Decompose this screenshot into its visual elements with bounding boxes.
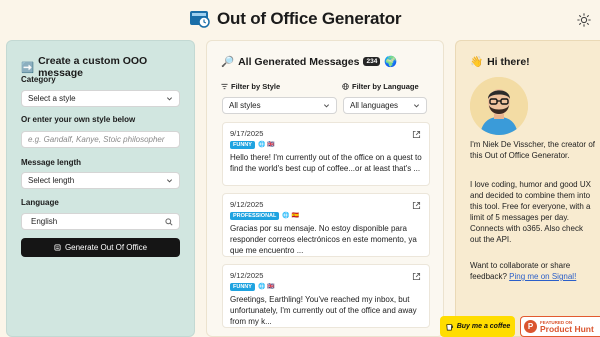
filter-language-select[interactable]: All languages xyxy=(343,97,427,114)
generate-button[interactable]: Generate Out Of Office xyxy=(21,238,180,257)
product-hunt-label: Product Hunt xyxy=(540,323,594,334)
card-date: 9/12/2025 xyxy=(230,200,264,209)
globe-outline-icon xyxy=(342,83,349,90)
filter-style-label: Filter by Style xyxy=(221,82,280,91)
product-hunt-badge[interactable]: P FEATURED ON Product Hunt xyxy=(520,316,600,337)
chevron-down-icon xyxy=(166,97,173,101)
message-card[interactable]: 9/17/2025 FUNNY 🌐 🇬🇧 Hello there! I'm cu… xyxy=(222,122,430,186)
generated-messages-panel: 🔎 All Generated Messages 234 🌍 Filter by… xyxy=(206,40,444,337)
message-card[interactable]: 9/12/2025 FUNNY 🌐 🇬🇧 Greetings, Earthlin… xyxy=(222,264,430,328)
bio-contact: Want to collaborate or share feedback? P… xyxy=(470,261,577,281)
own-style-input[interactable]: e.g. Gandalf, Kanye, Stoic philosopher xyxy=(21,131,180,148)
external-link-icon[interactable] xyxy=(412,201,421,210)
card-date: 9/17/2025 xyxy=(230,129,264,138)
product-hunt-logo-icon: P xyxy=(524,320,537,333)
language-flags: 🌐 🇬🇧 xyxy=(257,142,275,148)
message-card[interactable]: 9/12/2025 PROFESSIONAL 🌐 🇪🇸 Gracias por … xyxy=(222,193,430,257)
own-style-label: Or enter your own style below xyxy=(21,115,136,124)
language-combobox[interactable]: English xyxy=(21,213,180,230)
style-tag: FUNNY xyxy=(230,283,255,291)
coffee-cup-icon xyxy=(446,324,453,331)
language-flags: 🌐 🇪🇸 xyxy=(282,213,300,219)
filter-icon xyxy=(221,83,228,90)
filter-language-label: Filter by Language xyxy=(342,82,419,91)
waving-hand-icon: 👋 xyxy=(470,56,484,68)
style-tag: PROFESSIONAL xyxy=(230,212,280,220)
external-link-icon[interactable] xyxy=(412,130,421,139)
chevron-down-icon xyxy=(166,179,173,183)
avatar-illustration xyxy=(470,77,528,135)
category-label: Category xyxy=(21,75,56,84)
app-title: Out of Office Generator xyxy=(217,9,402,28)
language-label: Language xyxy=(21,198,59,207)
chevron-down-icon xyxy=(323,104,330,108)
bio-intro: I'm Niek De Visscher, the creator of thi… xyxy=(470,140,595,160)
message-length-label: Message length xyxy=(21,158,82,167)
card-date: 9/12/2025 xyxy=(230,271,264,280)
chevron-down-icon xyxy=(413,104,420,108)
about-panel: 👋 Hi there! I'm Niek De Visscher, the cr… xyxy=(455,40,600,337)
generate-icon xyxy=(54,244,61,251)
category-select[interactable]: Select a style xyxy=(21,90,180,107)
style-tag: FUNNY xyxy=(230,141,255,149)
avatar xyxy=(470,77,528,135)
message-length-select[interactable]: Select length xyxy=(21,172,180,189)
card-message-text: Greetings, Earthling! You've reached my … xyxy=(230,295,417,326)
message-count-badge: 234 xyxy=(363,57,381,66)
language-flags: 🌐 🇬🇧 xyxy=(257,284,275,290)
about-panel-title: 👋 Hi there! xyxy=(470,55,530,69)
arrow-right-icon: ➡️ xyxy=(21,61,35,74)
card-message-text: Hello there! I'm currently out of the of… xyxy=(230,153,422,173)
app-logo-icon xyxy=(190,11,210,28)
globe-icon: 🌍 xyxy=(384,56,398,68)
bio-description: I love coding, humor and good UX and dec… xyxy=(470,180,591,244)
filter-style-select[interactable]: All styles xyxy=(222,97,337,114)
card-message-text: Gracias por su mensaje. No estoy disponi… xyxy=(230,224,417,255)
messages-panel-title: 🔎 All Generated Messages 234 🌍 xyxy=(221,55,398,69)
signal-link[interactable]: Ping me on Signal! xyxy=(509,272,576,281)
magnifier-icon: 🔎 xyxy=(221,56,235,68)
theme-toggle-icon[interactable] xyxy=(577,13,591,27)
app-header: Out of Office Generator xyxy=(0,0,600,40)
external-link-icon[interactable] xyxy=(412,272,421,281)
search-icon xyxy=(165,217,173,226)
buy-me-a-coffee-button[interactable]: Buy me a coffee xyxy=(440,316,515,337)
create-message-panel: ➡️ Create a custom OOO message Category … xyxy=(6,40,195,337)
